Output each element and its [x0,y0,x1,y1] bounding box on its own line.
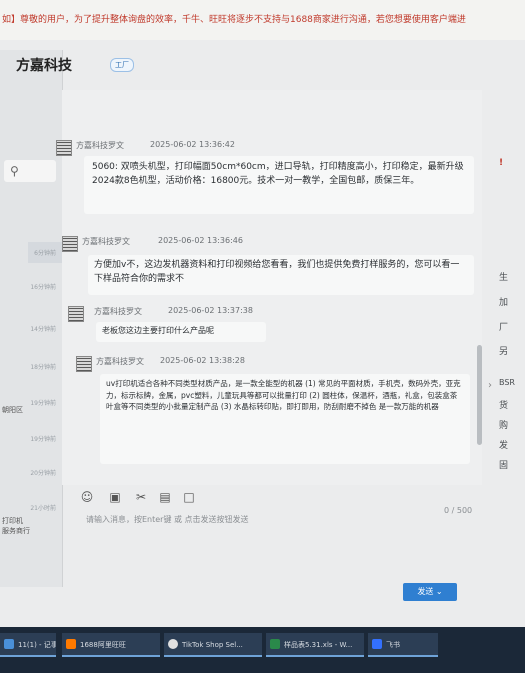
message-bubble: 方便加v不，这边发机器资料和打印视频给您看看，我们也提供免费打样服务的，您可以看… [88,255,474,295]
excel-icon [270,639,280,649]
char-counter: 0 / 500 [444,506,473,515]
search-icon[interactable]: ⚲ [10,164,19,178]
message-bubble: uv打印机适合各种不同类型材质产品，是一款全能型的机器 (1) 常见的平面材质，… [100,374,470,464]
conversation-preview[interactable]: 打印机 [2,516,23,526]
shop-title: 方嘉科技 [16,58,72,74]
conversation-time[interactable]: 16分钟前 [30,282,56,291]
conversation-list: ⚲ 6分钟前 16分钟前 14分钟前 18分钟前 19分钟前 19分钟前 20分… [0,50,63,587]
message-time: 2025-06-02 13:36:46 [158,236,243,245]
message-sender: 方嘉科技罗文 [94,307,142,316]
right-panel-text: 发 [499,441,509,451]
right-panel-text: ! [499,158,504,168]
message-time: 2025-06-02 13:38:28 [160,356,245,365]
chevron-down-icon[interactable]: ⌄ [436,587,443,596]
right-panel-text: 生 [499,273,509,283]
file-icon[interactable]: ▤ [158,490,172,504]
taskbar: 11(1) - 记事本 1688阿里旺旺 TikTok Shop Sel... … [0,627,525,673]
message-time: 2025-06-02 13:37:38 [168,306,253,315]
conversation-time[interactable]: 19分钟前 [30,434,56,443]
conversation-time[interactable]: 20分钟前 [30,468,56,477]
avatar [76,356,92,372]
right-panel-text: BSR [499,378,515,387]
avatar [68,306,84,322]
message-input-placeholder[interactable]: 请输入消息，按Enter键 或 点击发送按钮发送 [86,514,249,525]
avatar [62,236,78,252]
chat-scrollbar[interactable] [477,345,482,445]
more-icon[interactable]: › [488,380,492,391]
notice-banner: 如】尊敬的用户，为了提升整体询盘的效率，千牛、旺旺将逐步不支持与1688商家进行… [0,0,525,40]
taskbar-item[interactable]: TikTok Shop Sel... [164,633,262,657]
chrome-icon [168,639,178,649]
notice-text: 如】尊敬的用户，为了提升整体询盘的效率，千牛、旺旺将逐步不支持与1688商家进行… [2,15,466,25]
taskbar-item[interactable]: 11(1) - 记事本 [0,633,56,657]
right-panel-text: 另 [499,347,509,357]
message-bubble: 老板您这边主要打印什么产品呢 [96,322,266,342]
right-panel-text: 厂 [499,323,509,333]
send-label: 发送 [417,587,434,596]
message-time: 2025-06-02 13:36:42 [150,140,235,149]
emoji-icon[interactable]: ☺ [80,490,94,504]
conversation-time[interactable]: 19分钟前 [30,398,56,407]
taskbar-item[interactable]: 样品表5.31.xls - W... [266,633,364,657]
right-panel-text: 加 [499,298,509,308]
factory-badge: 工厂 [110,58,134,72]
message-sender: 方嘉科技罗文 [96,357,144,366]
right-panel-text: 购 [499,421,509,431]
send-button[interactable]: 发送 ⌄ [403,583,457,601]
conversation-time[interactable]: 21小时前 [30,503,56,512]
message-sender: 方嘉科技罗文 [76,141,124,150]
avatar [56,140,72,156]
message-bubble: 5060: 双喷头机型，打印幅面50cm*60cm，进口导轨，打印精度高小，打印… [84,156,474,214]
conversation-time[interactable]: 18分钟前 [30,362,56,371]
message-icon[interactable]: □ [182,490,196,504]
image-icon[interactable]: ▣ [108,490,122,504]
search-box[interactable]: ⚲ [4,160,56,182]
taskbar-item[interactable]: 1688阿里旺旺 [62,633,160,657]
wangwang-icon [66,639,76,649]
conversation-preview[interactable]: 服务商行 [2,526,30,536]
taskbar-item[interactable]: 飞书 [368,633,438,657]
conversation-preview[interactable]: 朝阳区 [2,405,23,415]
feishu-icon [372,639,382,649]
scissors-icon[interactable]: ✂ [134,490,148,504]
conversation-time[interactable]: 14分钟前 [30,324,56,333]
message-sender: 方嘉科技罗文 [82,237,130,246]
notepad-icon [4,639,14,649]
right-panel-text: 货 [499,401,509,411]
right-panel-text: 固 [499,461,509,471]
conversation-time[interactable]: 6分钟前 [28,242,62,263]
right-panel: ! 生 加 厂 另 BSR 货 购 发 固 [497,130,525,590]
